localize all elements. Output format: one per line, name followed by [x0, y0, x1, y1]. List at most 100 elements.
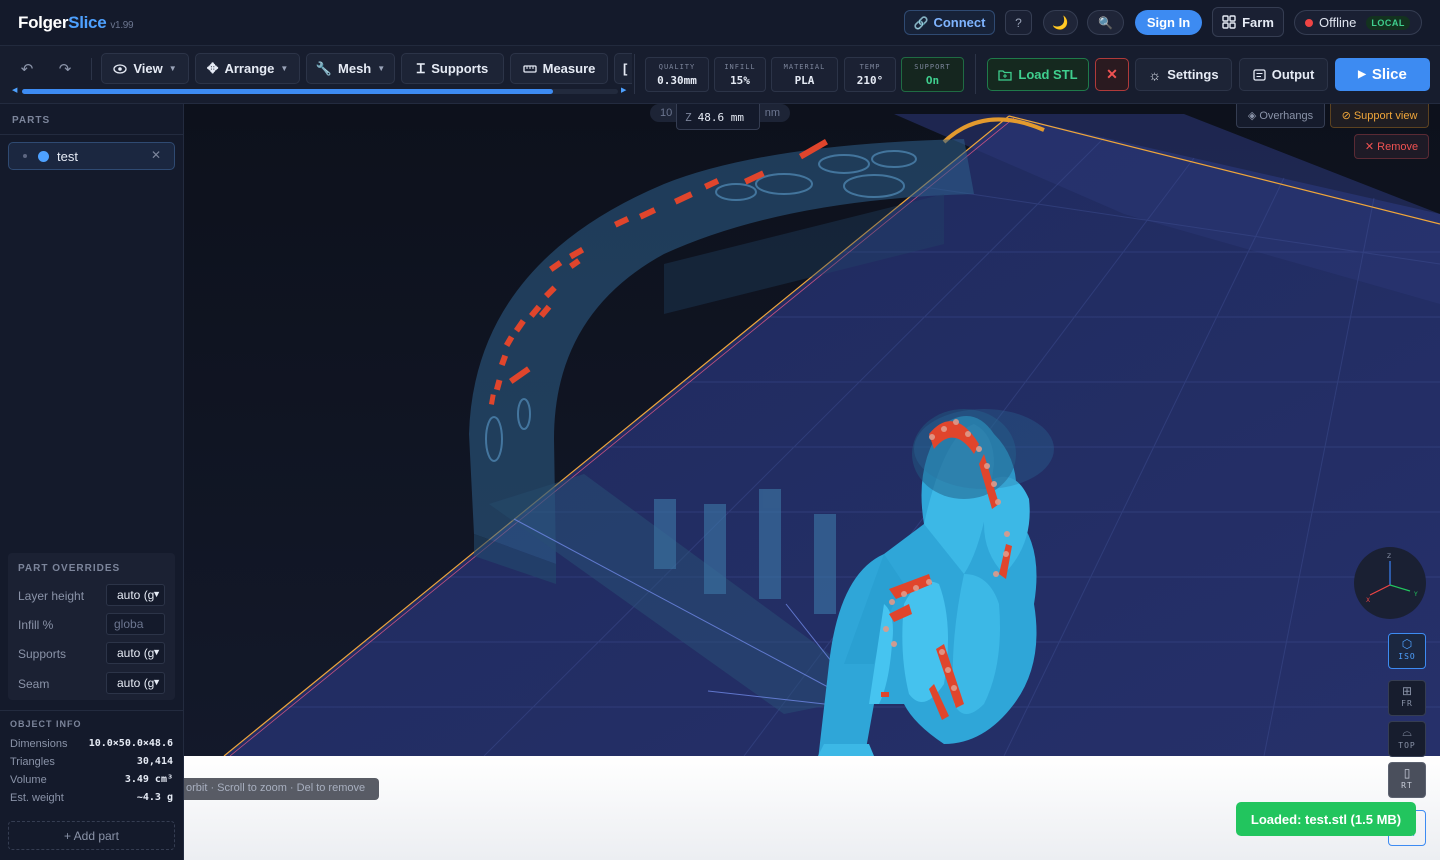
undo-icon[interactable]: ↶ [16, 60, 38, 80]
supports-select[interactable]: auto (g ▼ [106, 642, 165, 664]
search-icon: 🔍 [1098, 15, 1113, 30]
infill-input[interactable]: globa [106, 613, 165, 635]
sidebar: PARTS test ✕ PART OVERRIDES Layer height… [0, 104, 184, 860]
mesh-menu-button[interactable]: 🔧 Mesh ▼ [306, 53, 395, 84]
part-list-item[interactable]: test ✕ [8, 142, 175, 170]
connection-status[interactable]: Offline LOCAL [1294, 10, 1422, 35]
divider [0, 710, 184, 711]
3d-viewport[interactable]: 10 nm Z 48.6 mm ◈ Overhangs ⊘ Support vie… [184, 104, 1440, 860]
right-view-icon: ▯ [1403, 766, 1411, 780]
info-row-volume: Volume 3.49 cm³ [10, 774, 173, 786]
scroll-right-icon[interactable]: ▶ [621, 86, 626, 94]
controls-hint: orbit · Scroll to zoom · Del to remove [184, 778, 379, 800]
chevron-down-icon: ▼ [152, 677, 161, 687]
eye-icon [113, 63, 127, 74]
stat-infill[interactable]: INFILL 15% [714, 57, 766, 92]
play-icon: ▶ [1358, 69, 1366, 80]
moon-icon: 🌙 [1052, 14, 1069, 30]
svg-text:X: X [1366, 597, 1370, 604]
toolbar-scrollbar[interactable]: ◀ ▶ [12, 86, 628, 96]
scrollbar-thumb[interactable] [22, 89, 553, 94]
view-menu-button[interactable]: View ▼ [101, 53, 189, 84]
add-part-button[interactable]: + Add part [8, 821, 175, 850]
local-badge: LOCAL [1366, 15, 1410, 30]
chevron-down-icon: ▼ [152, 589, 161, 599]
remove-supports-button[interactable]: ✕ Remove [1354, 134, 1429, 159]
chevron-down-icon: ▼ [152, 647, 161, 657]
support-pillar-icon: Ꮖ [416, 60, 426, 76]
theme-toggle-button[interactable]: 🌙 [1043, 10, 1078, 35]
gear-icon: ☼ [1148, 66, 1162, 83]
close-model-button[interactable]: ✕ [1095, 58, 1129, 91]
stat-support[interactable]: SUPPORT On [901, 57, 964, 92]
info-row-triangles: Triangles 30,414 [10, 756, 173, 768]
stat-temp[interactable]: TEMP 210° [844, 57, 896, 92]
link-icon: 🔗 [913, 15, 929, 30]
override-row-supports: Supports auto (g ▼ [18, 642, 165, 664]
layer-height-select[interactable]: auto (g ▼ [106, 584, 165, 606]
parts-heading: PARTS [12, 115, 51, 126]
help-button[interactable]: ? [1005, 10, 1032, 35]
part-name: test [57, 148, 78, 164]
overhangs-toggle[interactable]: ◈ Overhangs [1236, 104, 1325, 128]
search-button[interactable]: 🔍 [1087, 10, 1124, 35]
divider [0, 134, 184, 135]
part-overrides-panel: PART OVERRIDES Layer height auto (g ▼ Inf… [8, 553, 175, 700]
output-button[interactable]: Output [1239, 58, 1328, 91]
measure-button[interactable]: Measure [510, 53, 608, 84]
svg-text:Z: Z [1387, 553, 1391, 560]
figure-base [818, 744, 874, 756]
toolbar-divider [91, 58, 92, 80]
part-color-swatch[interactable] [38, 150, 49, 162]
ruler-icon [522, 64, 537, 73]
cube-icon: ⬡ [1401, 637, 1413, 651]
view-iso-button[interactable]: ⬡ ISO [1388, 633, 1426, 669]
settings-button[interactable]: ☼ Settings [1135, 58, 1232, 91]
caret-down-icon: ▼ [280, 64, 289, 73]
close-icon: ✕ [1106, 66, 1118, 82]
arrange-menu-button[interactable]: ✥ Arrange ▼ [195, 53, 300, 84]
object-info-heading: OBJECT INFO [10, 719, 82, 729]
axis-gizmo-icon: Z X Y [1366, 553, 1418, 604]
3d-scene[interactable] [184, 104, 1440, 860]
wrench-icon: 🔧 [315, 60, 333, 76]
version-label: v1.99 [110, 20, 134, 31]
override-row-layer-height: Layer height auto (g ▼ [18, 584, 165, 606]
close-icon[interactable]: ✕ [151, 148, 161, 162]
front-view-icon: ⊞ [1401, 684, 1413, 698]
svg-text:Y: Y [1413, 591, 1418, 598]
seam-select[interactable]: auto (g ▼ [106, 672, 165, 694]
status-dot-icon [1305, 18, 1313, 27]
output-icon [1253, 68, 1266, 81]
info-row-dimensions: Dimensions 10.0×50.0×48.6 [10, 738, 173, 750]
toolbar-divider [634, 54, 635, 94]
connect-button[interactable]: 🔗 Connect [904, 10, 995, 35]
app-header: FolgerSlice v1.99 🔗 Connect ? 🌙 🔍 Sign In … [0, 0, 1440, 46]
slice-button[interactable]: ▶ Slice [1335, 58, 1430, 91]
toolbar-divider [975, 54, 976, 94]
app-logo: FolgerSlice v1.99 [18, 13, 134, 32]
caret-down-icon: ▼ [168, 64, 177, 73]
farm-button[interactable]: Farm [1212, 7, 1284, 37]
scroll-left-icon[interactable]: ◀ [12, 86, 17, 94]
top-view-icon: ⌓ [1402, 725, 1412, 739]
load-stl-button[interactable]: Load STL [987, 58, 1089, 91]
sign-in-button[interactable]: Sign In [1135, 10, 1202, 35]
view-front-button[interactable]: ⊞ FR [1388, 680, 1426, 716]
z-dimension-label: Z 48.6 mm [676, 104, 760, 130]
info-row-weight: Est. weight ~4.3 g [10, 792, 173, 804]
drag-handle-icon[interactable] [23, 154, 27, 158]
stat-quality[interactable]: QUALITY 0.30mm [645, 57, 709, 92]
supports-button[interactable]: Ꮖ Supports [401, 53, 504, 84]
stat-material[interactable]: MATERIAL PLA [771, 57, 838, 92]
view-top-button[interactable]: ⌓ TOP [1388, 721, 1426, 757]
axis-gizmo[interactable]: Z X Y [1354, 547, 1426, 619]
view-right-button[interactable]: ▯ RT [1388, 762, 1426, 798]
grid-icon [1222, 15, 1236, 29]
loaded-toast[interactable]: Loaded: test.stl (1.5 MB) [1236, 802, 1416, 836]
override-row-infill: Infill % globa [18, 613, 165, 635]
support-view-toggle[interactable]: ⊘ Support view [1330, 104, 1429, 128]
redo-icon[interactable]: ↷ [54, 60, 76, 80]
toolbar-overflow-button[interactable]: [ [614, 53, 632, 84]
overrides-heading: PART OVERRIDES [18, 563, 121, 574]
